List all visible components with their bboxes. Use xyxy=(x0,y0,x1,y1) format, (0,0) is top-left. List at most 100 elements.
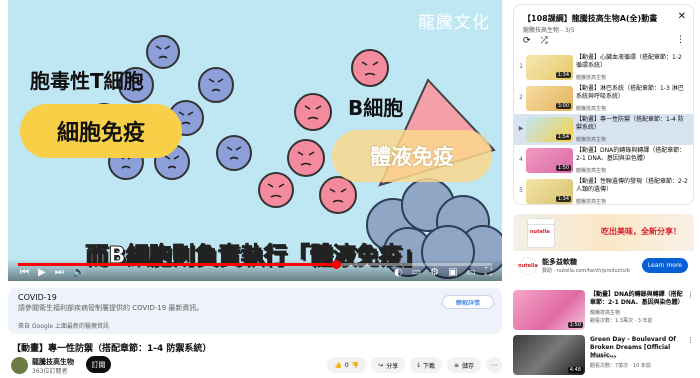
progress-fill xyxy=(18,263,336,266)
thumbs-down-icon[interactable]: 👎 xyxy=(352,362,359,369)
learn-more-button[interactable]: 瞭解詳情 xyxy=(442,295,494,309)
label-cytotoxic-t-cell: 胞毒性T細胞 xyxy=(30,69,144,93)
playlist-item-title: 【動畫】性聯遺傳的發現（搭配章節：2-2 人類的遺傳） xyxy=(576,178,688,193)
info-panel-source: 來自 Google 上面最新的醫療資訊 xyxy=(18,323,109,330)
video-title: 【動畫】專一性防禦（搭配章節：1-4 防禦系統） xyxy=(12,344,212,354)
playlist-item[interactable]: 2 3:00 【動畫】淋巴系統（搭配章節：1-3 淋巴系統與呼吸系統） 龍騰技高… xyxy=(514,83,693,114)
more-vertical-icon[interactable]: ⋮ xyxy=(687,336,694,344)
video-player[interactable]: 龍騰文化 胞毒性T細胞 細胞免疫 B細胞 體液免疫 而B細胞則負責執行「體液免疫… xyxy=(8,0,502,281)
fullscreen-icon[interactable]: ⛶ xyxy=(485,267,492,278)
recommended-duration: 1:50 xyxy=(567,322,583,328)
recommended-thumbnail[interactable]: 1:50 xyxy=(513,290,585,330)
loop-icon[interactable]: ⟳ xyxy=(523,36,531,46)
recommended-channel[interactable]: 龍騰技高生物 xyxy=(590,309,620,316)
info-panel-description: 請參閱衛生福利部疾病管制署提供的 COVID-19 最新資訊。 xyxy=(18,304,204,312)
download-icon: ⤓ xyxy=(417,361,420,368)
label-b-cell: B細胞 xyxy=(348,96,404,120)
channel-subscriber-count: 363位訂閱者 xyxy=(32,368,68,375)
playlist-items: 1 1:34 【動畫】心臟血液循環（搭配章節：1-2 循環系統） 龍騰技高生物 … xyxy=(514,52,693,205)
progress-bar[interactable] xyxy=(18,260,492,269)
download-label: 下載 xyxy=(422,362,435,370)
play-icon[interactable]: ▶ xyxy=(38,267,46,278)
playlist-item-channel: 龍騰技高生物 xyxy=(576,137,607,143)
playlist-item-duration: 1:50 xyxy=(555,165,571,171)
more-vertical-icon[interactable]: ⋮ xyxy=(676,35,685,45)
playlist-item-index: 4 xyxy=(519,156,523,163)
controls-left: ⏮ ▶ ⏭ 🔊 xyxy=(20,267,85,278)
thumbs-up-icon: 👍 xyxy=(334,361,342,369)
shuffle-icon[interactable]: ⤮ xyxy=(541,36,548,46)
playlist-panel: 【108課綱】龍騰技高生物A(全)動畫 龍騰技高生物 - 3/5 ✕ ⟳ ⤮ ⋮… xyxy=(513,4,694,205)
recommended-title: 【動畫】DNA的轉錄與轉譯（搭配章節：2-1 DNA、基因與染色體） xyxy=(590,291,684,306)
label-cell-immunity: 細胞免疫 xyxy=(20,104,182,158)
playlist-item[interactable]: 1 1:34 【動畫】心臟血液循環（搭配章節：1-2 循環系統） 龍騰技高生物 xyxy=(514,52,693,83)
settings-icon[interactable]: ⚙ xyxy=(430,267,439,278)
playlist-item-channel: 龍騰技高生物 xyxy=(576,75,607,81)
advertiser-name: 能多益軟糖 xyxy=(542,258,577,266)
recommended-meta: 觀看次數：1.3萬次 · 3 年前 xyxy=(590,318,653,324)
playlist-item-thumbnail: 1:50 xyxy=(526,148,573,173)
share-icon: ↪ xyxy=(378,361,384,369)
theater-icon[interactable]: ▭ xyxy=(467,267,476,278)
miniplayer-icon[interactable]: ▣ xyxy=(448,267,457,278)
playlist-item-channel: 龍騰技高生物 xyxy=(576,106,607,112)
recommended-video[interactable]: 4:48 Green Day - Boulevard Of Broken Dre… xyxy=(513,335,694,375)
playlist-item-title: 【動畫】淋巴系統（搭配章節：1-3 淋巴系統與呼吸系統） xyxy=(576,85,684,100)
advertiser-logo: nutella xyxy=(518,257,538,275)
playlist-item-index: 1 xyxy=(519,63,523,70)
ad-headline: 吃出美味，全新分享！ xyxy=(601,227,681,236)
playlist-item-duration: 1:34 xyxy=(555,72,571,78)
ad-learn-more-button[interactable]: Learn more xyxy=(641,258,688,273)
playlist-item-current[interactable]: ▶ 1:54 【動畫】專一性防禦（搭配章節：1-4 防禦系統） 龍騰技高生物 xyxy=(514,114,693,145)
youtube-watch-page: 龍騰文化 胞毒性T細胞 細胞免疫 B細胞 體液免疫 而B細胞則負責執行「體液免疫… xyxy=(0,0,700,378)
recommended-channel[interactable]: Green Day xyxy=(590,354,617,360)
jar-brand-logo: nutella xyxy=(530,229,550,235)
recommended-duration: 4:48 xyxy=(567,367,583,373)
label-humoral-immunity: 體液免疫 xyxy=(332,130,492,182)
covid-info-panel: COVID-19 請參閱衛生福利部疾病管制署提供的 COVID-19 最新資訊。… xyxy=(8,288,502,334)
sponsored-ad[interactable]: nutella 吃出美味，全新分享！ nutella 能多益軟糖 贊助 · nu… xyxy=(513,214,694,282)
recommended-video[interactable]: 1:50 【動畫】DNA的轉錄與轉譯（搭配章節：2-1 DNA、基因與染色體） … xyxy=(513,290,694,330)
player-controls: ⏮ ▶ ⏭ 🔊 ◐ ▭ ⚙ ▣ ▭ ⛶ xyxy=(8,259,502,281)
more-vertical-icon[interactable]: ⋮ xyxy=(687,291,694,299)
more-horizontal-icon: ⋯ xyxy=(491,361,497,369)
video-actions: 👍 0 👎 ↪ 分享 ⤓ 下載 ≡ 儲存 ⋯ xyxy=(327,357,502,373)
product-jar-image: nutella xyxy=(527,218,555,248)
playlist-title[interactable]: 【108課綱】龍騰技高生物A(全)動畫 xyxy=(523,13,673,24)
playlist-item[interactable]: 4 1:50 【動畫】DNA的轉錄與轉譯（搭配章節：2-1 DNA、基因與染色體… xyxy=(514,145,693,176)
playlist-item-title: 【動畫】心臟血液循環（搭配章節：1-2 循環系統） xyxy=(576,54,682,69)
next-icon[interactable]: ⏭ xyxy=(55,267,64,278)
playlist-item-thumbnail: 3:00 xyxy=(526,86,573,111)
more-actions-button[interactable]: ⋯ xyxy=(486,357,502,373)
prev-icon[interactable]: ⏮ xyxy=(20,267,29,278)
playlist-subtitle: 龍騰技高生物 - 3/5 xyxy=(523,27,575,34)
close-icon[interactable]: ✕ xyxy=(678,11,686,22)
info-panel-title: COVID-19 xyxy=(18,293,57,302)
ad-url: 贊助 · nutella.com/tw/zh/products/b xyxy=(542,268,630,274)
volume-icon[interactable]: 🔊 xyxy=(73,267,85,278)
share-button[interactable]: ↪ 分享 xyxy=(371,357,406,373)
subscribe-button[interactable]: 訂閱 xyxy=(86,356,111,373)
controls-right: ◐ ▭ ⚙ ▣ ▭ ⛶ xyxy=(394,267,492,278)
playlist-item-index: 2 xyxy=(519,94,523,101)
ad-banner-image[interactable]: nutella 吃出美味，全新分享！ xyxy=(513,214,694,251)
progress-scrubber[interactable] xyxy=(331,260,341,269)
playlist-item-index: 5 xyxy=(519,187,523,194)
download-button[interactable]: ⤓ 下載 xyxy=(410,357,442,373)
save-icon: ≡ xyxy=(453,361,459,369)
playlist-item-channel: 龍騰技高生物 xyxy=(576,199,607,205)
save-label: 儲存 xyxy=(461,362,474,370)
save-button[interactable]: ≡ 儲存 xyxy=(446,357,481,373)
recommended-thumbnail[interactable]: 4:48 xyxy=(513,335,585,375)
playlist-item[interactable]: 5 1:34 【動畫】性聯遺傳的發現（搭配章節：2-2 人類的遺傳） 龍騰技高生… xyxy=(514,176,693,205)
playlist-item-channel: 龍騰技高生物 xyxy=(576,168,607,174)
captions-icon[interactable]: ▭ xyxy=(412,267,421,278)
like-button[interactable]: 👍 0 👎 xyxy=(327,357,367,373)
playlist-item-duration: 3:00 xyxy=(555,103,571,109)
playlist-item-thumbnail: 1:34 xyxy=(526,179,573,204)
playlist-item-title: 【動畫】DNA的轉錄與轉譯（搭配章節：2-1 DNA、基因與染色體） xyxy=(576,147,686,162)
playlist-item-duration: 1:54 xyxy=(555,134,571,140)
autoplay-toggle-icon[interactable]: ◐ xyxy=(394,267,403,278)
recommended-meta: 觀看次數：7億次 · 10 年前 xyxy=(590,363,651,369)
channel-avatar[interactable] xyxy=(11,357,28,374)
